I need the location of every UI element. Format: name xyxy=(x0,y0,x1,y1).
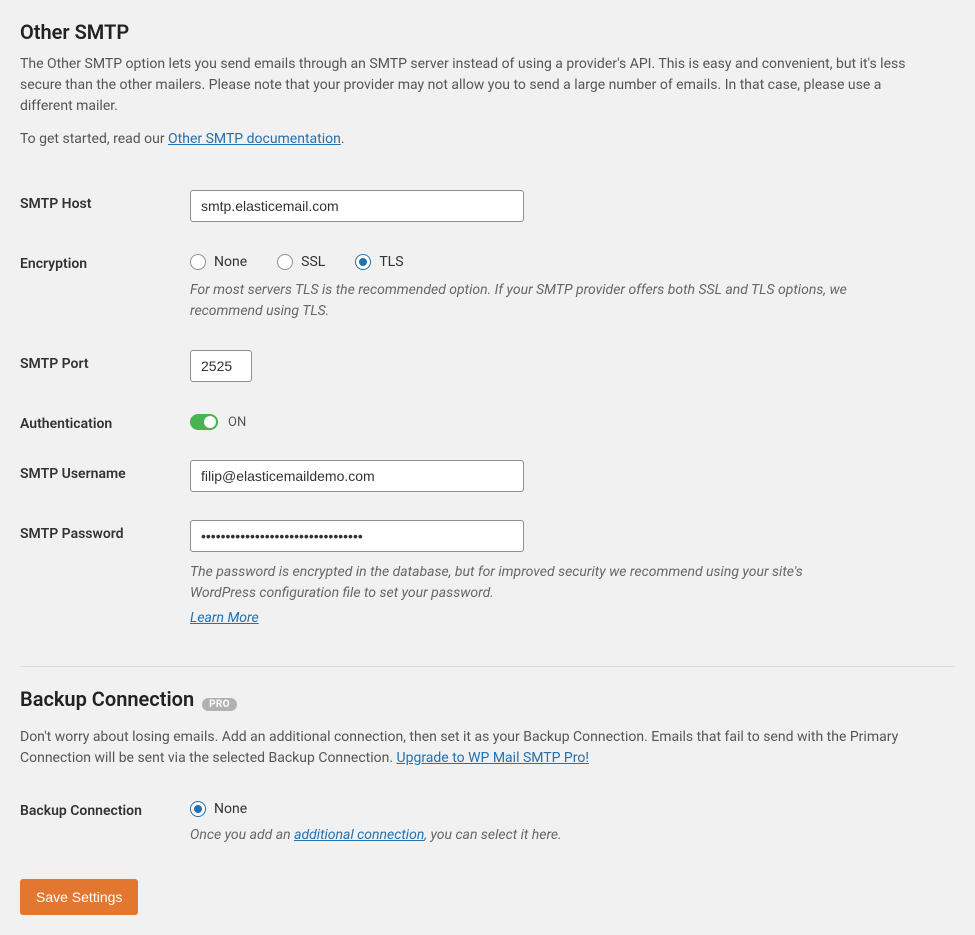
row-encryption: Encryption None SSL TLS For most servers… xyxy=(20,250,955,322)
backup-help-suffix: , you can select it here. xyxy=(424,827,561,843)
label-backup-connection: Backup Connection xyxy=(20,797,190,819)
get-started-text: To get started, read our Other SMTP docu… xyxy=(20,129,920,150)
row-authentication: Authentication ON xyxy=(20,410,955,432)
encryption-ssl-label: SSL xyxy=(301,254,325,270)
section-title-backup-connection: Backup Connection xyxy=(20,687,194,711)
encryption-radio-group: None SSL TLS xyxy=(190,250,955,270)
pro-badge: PRO xyxy=(202,698,237,711)
smtp-username-input[interactable] xyxy=(190,460,524,492)
other-smtp-description: The Other SMTP option lets you send emai… xyxy=(20,54,920,117)
upgrade-pro-link[interactable]: Upgrade to WP Mail SMTP Pro! xyxy=(397,750,589,766)
learn-more-link[interactable]: Learn More xyxy=(190,610,259,626)
encryption-option-tls[interactable]: TLS xyxy=(355,254,403,270)
radio-icon xyxy=(190,254,206,270)
smtp-password-input[interactable] xyxy=(190,520,524,552)
encryption-none-label: None xyxy=(214,254,247,270)
row-smtp-password: SMTP Password The password is encrypted … xyxy=(20,520,955,626)
radio-icon xyxy=(190,801,206,817)
backup-help-prefix: Once you add an xyxy=(190,827,294,843)
backup-option-none[interactable]: None xyxy=(190,801,247,817)
other-smtp-doc-link[interactable]: Other SMTP documentation xyxy=(168,131,341,147)
additional-connection-link[interactable]: additional connection xyxy=(294,827,424,843)
label-smtp-port: SMTP Port xyxy=(20,350,190,372)
save-settings-button[interactable]: Save Settings xyxy=(20,879,138,915)
encryption-option-none[interactable]: None xyxy=(190,254,247,270)
toggle-knob-icon xyxy=(204,416,216,428)
encryption-option-ssl[interactable]: SSL xyxy=(277,254,325,270)
row-smtp-username: SMTP Username xyxy=(20,460,955,492)
encryption-tls-label: TLS xyxy=(379,254,403,270)
authentication-toggle[interactable] xyxy=(190,414,218,430)
section-title-other-smtp: Other SMTP xyxy=(20,20,955,44)
section-divider xyxy=(20,666,955,667)
backup-connection-help: Once you add an additional connection, y… xyxy=(190,827,955,843)
label-authentication: Authentication xyxy=(20,410,190,432)
label-encryption: Encryption xyxy=(20,250,190,272)
label-smtp-username: SMTP Username xyxy=(20,460,190,482)
row-smtp-port: SMTP Port xyxy=(20,350,955,382)
label-smtp-password: SMTP Password xyxy=(20,520,190,542)
radio-icon xyxy=(355,254,371,270)
backup-none-label: None xyxy=(214,801,247,817)
smtp-port-input[interactable] xyxy=(190,350,252,382)
encryption-help-text: For most servers TLS is the recommended … xyxy=(190,280,870,322)
smtp-password-help: The password is encrypted in the databas… xyxy=(190,562,870,604)
row-backup-connection: Backup Connection None Once you add an a… xyxy=(20,797,955,843)
row-smtp-host: SMTP Host xyxy=(20,190,955,222)
get-started-prefix: To get started, read our xyxy=(20,131,168,147)
label-smtp-host: SMTP Host xyxy=(20,190,190,212)
get-started-suffix: . xyxy=(341,131,345,147)
backup-description: Don't worry about losing emails. Add an … xyxy=(20,727,920,769)
smtp-host-input[interactable] xyxy=(190,190,524,222)
authentication-state-label: ON xyxy=(228,415,246,430)
radio-icon xyxy=(277,254,293,270)
